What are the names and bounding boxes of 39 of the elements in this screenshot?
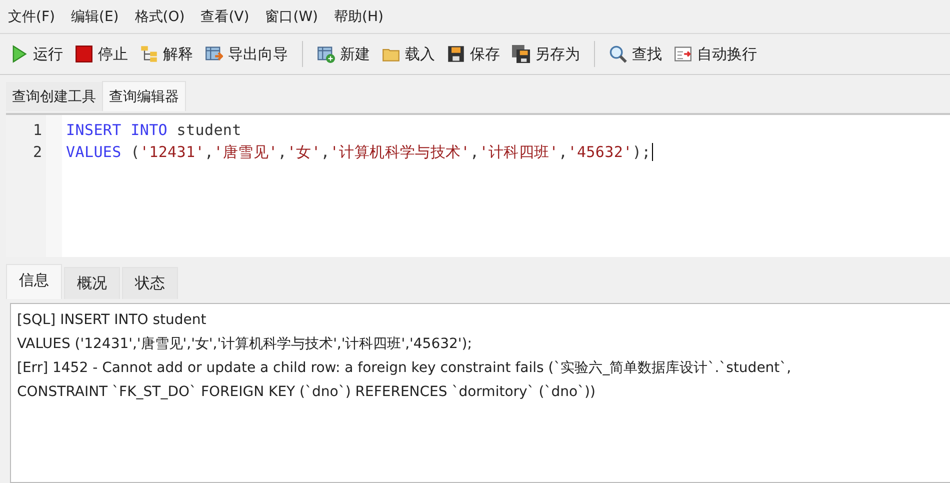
line-number: 1 — [32, 120, 43, 141]
line-number: 2 — [32, 142, 43, 163]
menu-item[interactable]: 格式(O) — [134, 8, 185, 26]
floppy-stack-icon — [512, 45, 530, 63]
code-line: INSERT INTO student — [66, 120, 242, 141]
stop-icon — [75, 45, 93, 63]
tab[interactable]: 查询创建工具 — [6, 82, 102, 111]
message-line: VALUES ('12431','唐雪见','女','计算机科学与技术','计科四班','45632'); — [17, 335, 473, 354]
toolbar-button[interactable]: 停止 — [71, 42, 132, 66]
tab[interactable]: 查询编辑器 — [102, 81, 186, 111]
message-line: [SQL] INSERT INTO student — [17, 311, 208, 330]
toolbar-button[interactable]: 解释 — [136, 42, 197, 66]
toolbar-button[interactable]: 自动换行 — [670, 42, 761, 66]
toolbar-button[interactable]: 保存 — [443, 42, 504, 66]
menu-item[interactable]: 帮助(H) — [334, 8, 384, 26]
wrap-icon — [674, 45, 692, 63]
menu-item[interactable]: 编辑(E) — [70, 8, 119, 26]
toolbar-button[interactable]: 新建 — [313, 42, 374, 66]
floppy-icon — [447, 45, 465, 63]
message-line: [Err] 1452 - Cannot add or update a child row: a foreign key constraint fails (`实验六_简单数据库设计`.`student`, — [17, 359, 792, 378]
code-editor[interactable]: 1 2 INSERT INTO student VALUES ('12431','唐雪见','女','计算机科学与技术','计科四班','45632'); — [6, 113, 950, 257]
code-line: VALUES ('12431','唐雪见','女','计算机科学与技术','计科四班','45632'); — [66, 142, 651, 163]
search-icon — [609, 45, 627, 63]
toolbar-button[interactable]: 查找 — [605, 42, 666, 66]
toolbar-button[interactable]: 载入 — [378, 42, 439, 66]
toolbar-button[interactable]: 导出向导 — [201, 42, 292, 66]
menu-item[interactable]: 查看(V) — [200, 8, 250, 26]
play-icon — [10, 45, 28, 63]
tab[interactable]: 信息 — [6, 264, 62, 299]
menu-item[interactable]: 窗口(W) — [265, 8, 318, 26]
table-add-icon — [317, 45, 335, 63]
tree-icon — [140, 45, 158, 63]
menu-item[interactable]: 文件(F) — [8, 8, 55, 26]
message-line: CONSTRAINT `FK_ST_DO` FOREIGN KEY (`dno`) REFERENCES `dormitory` (`dno`)) — [17, 383, 596, 402]
toolbar-button[interactable]: 运行 — [6, 42, 67, 66]
tab[interactable]: 状态 — [122, 267, 178, 299]
tab[interactable]: 概况 — [64, 267, 120, 299]
toolbar-button[interactable]: 另存为 — [508, 42, 584, 66]
table-export-icon — [205, 45, 223, 63]
